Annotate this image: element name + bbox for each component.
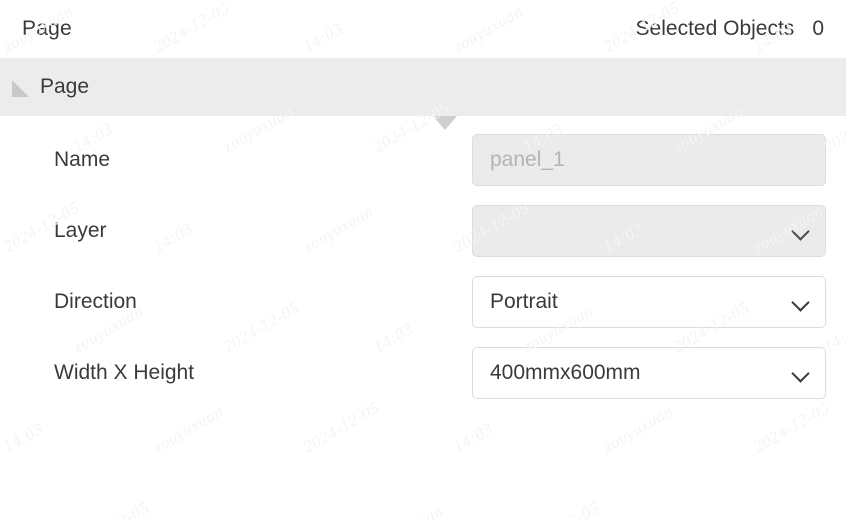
input-name: panel_1 — [472, 134, 826, 186]
section-header-label: Page — [40, 75, 90, 98]
selected-objects-count: 0 — [812, 17, 824, 40]
section-header-page[interactable]: Page — [0, 58, 846, 116]
field-value: panel_1 — [490, 148, 565, 171]
field-label-direction: Direction — [54, 290, 137, 313]
triangle-collapse-icon[interactable] — [12, 79, 31, 99]
dropdown-layer — [472, 205, 826, 257]
form-area: Name panel_1 Layer Direction Portrait Width X… — [0, 116, 846, 520]
page-properties-panel: Page Selected Objects 0 Page Name panel_1… — [0, 0, 846, 520]
dropdown-direction[interactable]: Portrait — [472, 276, 826, 328]
field-label-width-x-height: Width X Height — [54, 361, 195, 384]
panel-topbar: Page Selected Objects 0 — [0, 0, 846, 58]
dropdown-width-x-height[interactable]: 400mmx600mm — [472, 347, 826, 399]
chevron-down-icon[interactable] — [787, 276, 817, 328]
field-label-name: Name — [54, 148, 111, 171]
field-value: Portrait — [490, 290, 558, 313]
form-row: Layer — [0, 205, 846, 257]
selected-objects-group: Selected Objects 0 — [636, 17, 824, 41]
form-row: Width X Height 400mmx600mm — [0, 347, 846, 399]
form-row: Name panel_1 — [0, 134, 846, 186]
form-row: Direction Portrait — [0, 276, 846, 328]
field-label-layer: Layer — [54, 219, 107, 242]
selected-objects-label: Selected Objects — [635, 17, 795, 40]
page-title: Page — [22, 17, 72, 40]
chevron-down-icon — [787, 205, 817, 257]
field-value: 400mmx600mm — [490, 361, 641, 384]
chevron-down-icon[interactable] — [787, 347, 817, 399]
